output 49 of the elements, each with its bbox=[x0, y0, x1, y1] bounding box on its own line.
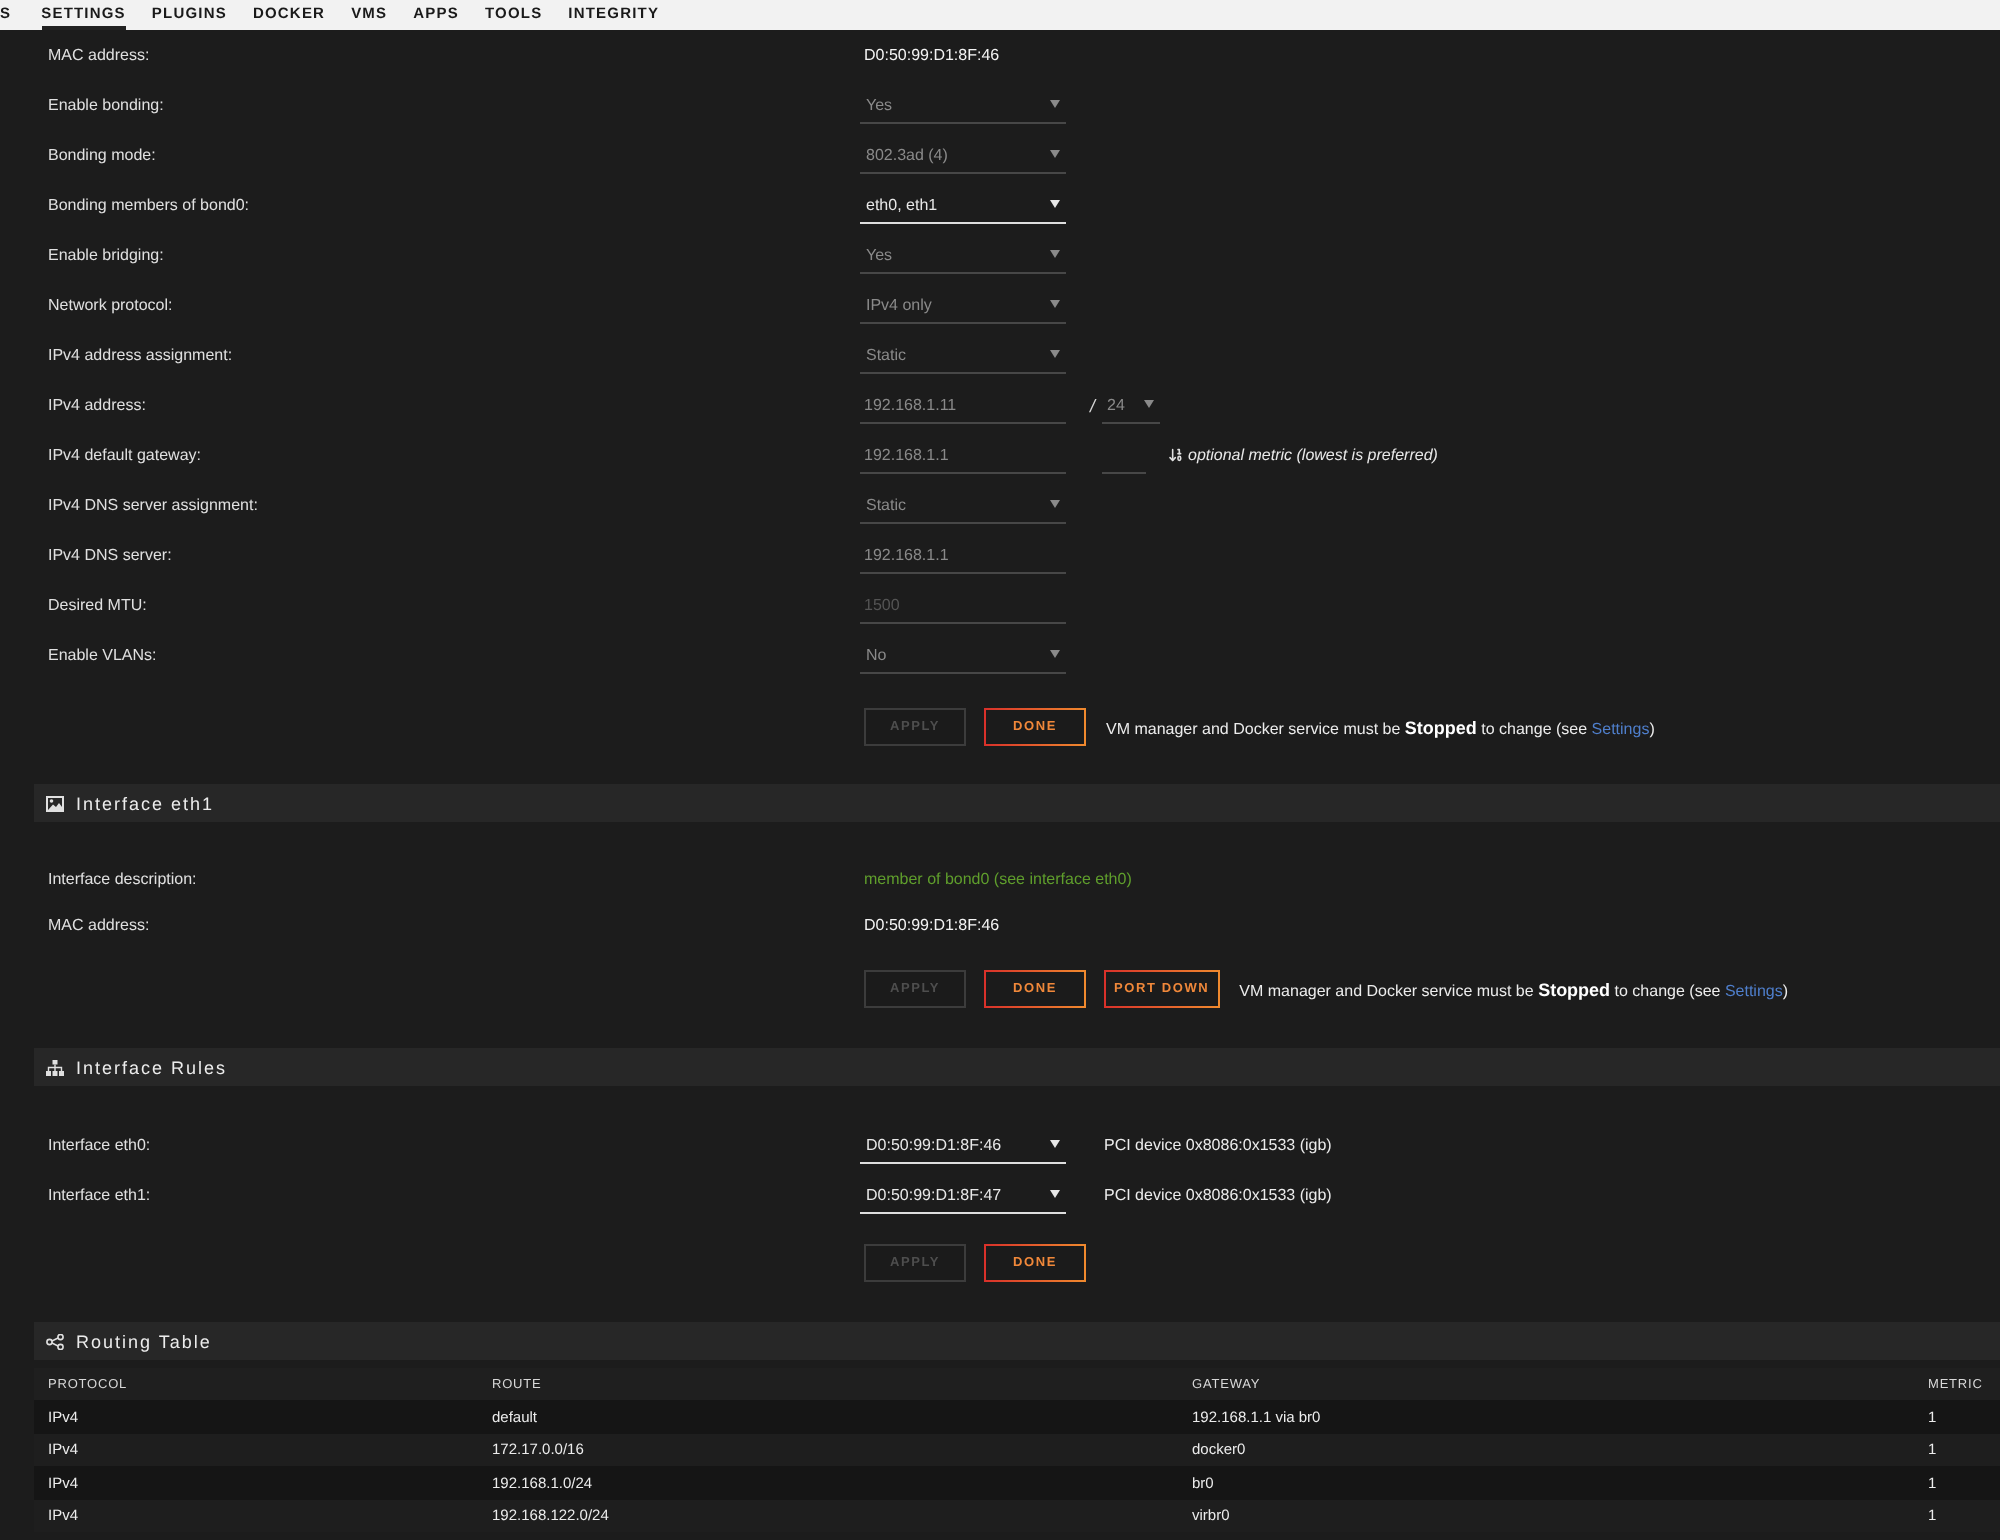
caret-icon bbox=[1050, 1140, 1060, 1148]
field-label: MAC address: bbox=[48, 916, 152, 934]
field-label: Interface eth0: bbox=[48, 1136, 153, 1154]
select-field[interactable]: eth0, eth1 bbox=[860, 187, 1066, 223]
device-text: PCI device 0x8086:0x1533 (igb) bbox=[1104, 1136, 1332, 1154]
field-label: IPv4 address assignment: bbox=[48, 346, 235, 364]
field-label: Desired MTU: bbox=[48, 596, 149, 614]
caret-icon bbox=[1050, 100, 1060, 108]
select-field[interactable]: D0:50:99:D1:8F:47 bbox=[860, 1177, 1066, 1213]
section-title: Interface Rules bbox=[76, 1057, 228, 1077]
caret-icon bbox=[1050, 1190, 1060, 1198]
sort-numeric-icon bbox=[1168, 446, 1184, 464]
settings-link[interactable]: Settings bbox=[1724, 981, 1783, 999]
separator-text: / bbox=[1090, 395, 1096, 415]
settings-link[interactable]: Settings bbox=[1591, 719, 1650, 737]
hint-text: optional metric (lowest is preferred) bbox=[1188, 446, 1438, 464]
field-label: Interface eth1: bbox=[48, 1186, 153, 1204]
field-label: IPv4 DNS server assignment: bbox=[48, 496, 260, 514]
caret-icon bbox=[1050, 250, 1060, 258]
device-text: PCI device 0x8086:0x1533 (igb) bbox=[1104, 1186, 1332, 1204]
field-label: Enable VLANs: bbox=[48, 646, 159, 664]
select-field[interactable]: D0:50:99:D1:8F:46 bbox=[860, 1127, 1066, 1163]
share-nodes-icon bbox=[46, 1333, 64, 1349]
field-label: MAC address: bbox=[48, 46, 152, 64]
caret-icon bbox=[1050, 150, 1060, 158]
field-label: Bonding members of bond0: bbox=[48, 196, 252, 214]
caret-icon bbox=[1050, 350, 1060, 358]
caret-icon bbox=[1050, 650, 1060, 658]
status-text: member of bond0 (see interface eth0) bbox=[864, 870, 1132, 888]
hierarchy-icon bbox=[46, 1059, 64, 1075]
field-label: IPv4 default gateway: bbox=[48, 446, 203, 464]
field-label: IPv4 DNS server: bbox=[48, 546, 174, 564]
value-text: D0:50:99:D1:8F:46 bbox=[864, 916, 1000, 934]
field-label: Enable bridging: bbox=[48, 246, 166, 264]
field-label: IPv4 address: bbox=[48, 396, 148, 414]
caret-icon bbox=[1143, 400, 1154, 408]
field-label: Bonding mode: bbox=[48, 146, 158, 164]
caret-icon bbox=[1050, 500, 1060, 508]
section-title: Routing Table bbox=[76, 1331, 212, 1351]
caret-icon bbox=[1050, 200, 1060, 208]
field-label: Interface description: bbox=[48, 870, 199, 888]
field-label: Enable bonding: bbox=[48, 96, 166, 114]
notice-text: VM manager and Docker service must be Stopped to change (see Settings) bbox=[1106, 717, 1655, 737]
value-text: D0:50:99:D1:8F:46 bbox=[864, 46, 1000, 64]
caret-icon bbox=[1050, 300, 1060, 308]
image-icon bbox=[46, 795, 64, 811]
section-title: Interface eth1 bbox=[76, 793, 215, 813]
field-label: Network protocol: bbox=[48, 296, 175, 314]
notice-text: VM manager and Docker service must be Stopped to change (see Settings) bbox=[1239, 979, 1789, 999]
